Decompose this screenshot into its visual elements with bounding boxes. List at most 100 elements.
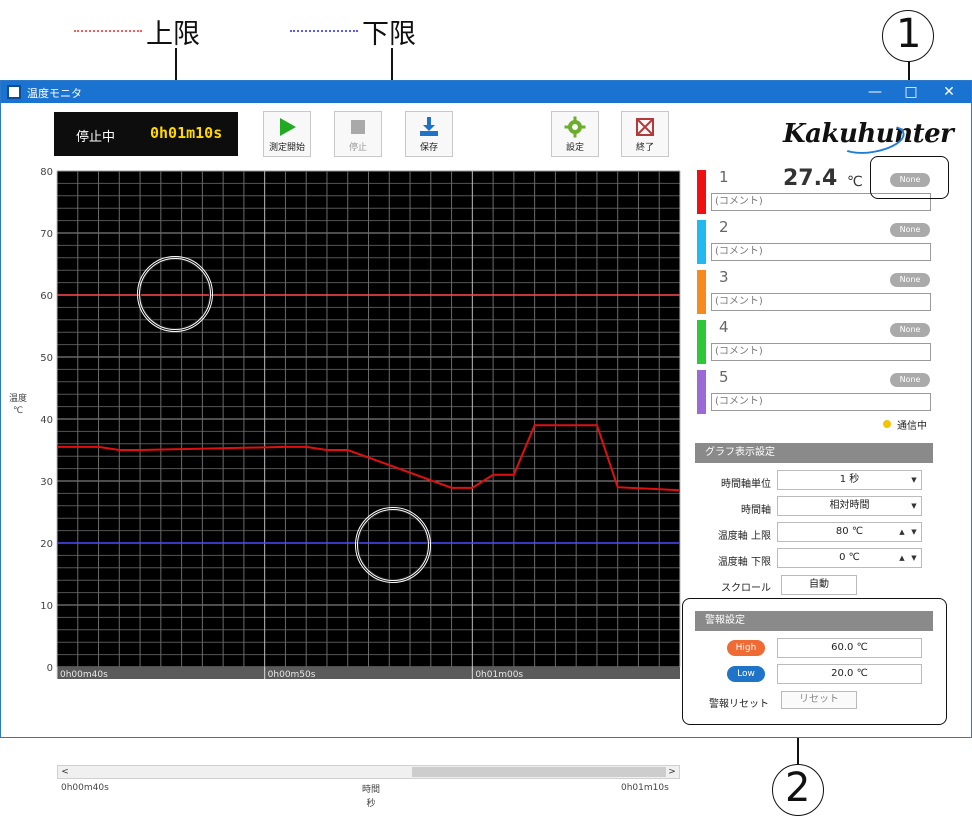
y-axis-label-line1: 温度 xyxy=(8,394,27,404)
save-button[interactable]: 保存 xyxy=(405,111,453,157)
callout-two-number: 2 xyxy=(785,765,811,811)
start-measurement-button[interactable]: 測定開始 xyxy=(263,111,311,157)
channel-comment-input[interactable]: (コメント) xyxy=(711,243,931,261)
channel-temperature: 27.4 xyxy=(783,166,838,191)
window-title: 温度モニタ xyxy=(27,87,82,100)
play-icon xyxy=(276,116,298,138)
channel-number: 4 xyxy=(719,318,729,336)
scroll-right-arrow[interactable]: > xyxy=(666,766,678,778)
spin-up-icon[interactable]: ▲ xyxy=(896,549,908,567)
channel-color-bar xyxy=(697,220,706,264)
y-tick-label: 0 xyxy=(47,663,53,674)
y-tick-label: 50 xyxy=(40,353,53,364)
channel-number: 5 xyxy=(719,368,729,386)
chevron-down-icon: ▼ xyxy=(911,502,917,510)
status-state-text: 停止中 xyxy=(76,130,116,145)
channel-number: 3 xyxy=(719,268,729,286)
upper-limit-highlight-circle xyxy=(137,256,213,332)
x-axis-label-line2: 秒 xyxy=(366,799,376,809)
channel-alarm-badge: None xyxy=(890,273,930,287)
channel-alarm-badge: None xyxy=(890,373,930,387)
y-tick-label: 20 xyxy=(40,539,53,550)
channel-color-bar xyxy=(697,270,706,314)
exit-label: 終了 xyxy=(635,143,654,153)
temp-axis-upper-value: 80 ℃ xyxy=(835,526,864,537)
channel-color-bar xyxy=(697,170,706,214)
maximize-button[interactable]: □ xyxy=(891,82,931,102)
download-save-icon xyxy=(418,116,440,138)
scroll-mode-button[interactable]: 自動 xyxy=(781,575,857,595)
channel-comment-input[interactable]: (コメント) xyxy=(711,293,931,311)
x-tick-label: 0h01m00s xyxy=(475,670,523,680)
channel-alarm-badge: None xyxy=(890,323,930,337)
communication-status-text: 通信中 xyxy=(897,421,927,432)
lower-limit-legend-label: 下限 xyxy=(362,19,416,50)
y-axis-label: 温度 ℃ xyxy=(3,393,33,417)
scroll-left-arrow[interactable]: < xyxy=(59,766,71,778)
settings-label: 設定 xyxy=(565,143,584,153)
chart-plot: 0 10 20 30 40 50 60 70 80 0h00m40s 0h00m50s 0h01m00… xyxy=(40,167,681,680)
channel-number: 2 xyxy=(719,218,729,236)
app-icon xyxy=(7,85,21,99)
x-axis-label: 時間 秒 xyxy=(359,783,383,811)
callout-one-box xyxy=(870,156,949,199)
status-display: 停止中 0h01m10s xyxy=(54,112,238,156)
temp-axis-upper-label: 温度軸 上限 xyxy=(717,531,771,542)
elapsed-time-text: 0h01m10s xyxy=(150,124,223,142)
y-tick-label: 60 xyxy=(40,291,53,302)
save-label: 保存 xyxy=(419,143,438,153)
time-unit-label: 時間軸単位 xyxy=(721,479,771,490)
callout-two-box xyxy=(682,598,947,725)
stop-button[interactable]: 停止 xyxy=(334,111,382,157)
y-axis-label-line2: ℃ xyxy=(12,406,24,416)
stop-icon xyxy=(347,116,369,138)
close-button[interactable]: ✕ xyxy=(929,82,969,102)
x-range-start-label: 0h00m40s xyxy=(61,783,109,793)
temp-axis-upper-field[interactable]: 80 ℃ ▲ ▼ xyxy=(777,522,922,542)
time-axis-select[interactable]: 相対時間 ▼ xyxy=(777,496,922,516)
graph-settings-header: グラフ表示設定 xyxy=(695,443,933,463)
stop-label: 停止 xyxy=(348,143,367,153)
spin-down-icon[interactable]: ▼ xyxy=(908,549,920,567)
chevron-down-icon: ▼ xyxy=(911,476,917,484)
upper-limit-legend-line xyxy=(74,30,142,32)
temperature-chart: 0 10 20 30 40 50 60 70 80 0h00m40s 0h00m50s 0h01m00… xyxy=(1,167,691,809)
scroll-thumb[interactable] xyxy=(412,767,666,777)
y-tick-label: 40 xyxy=(40,415,53,426)
gear-icon xyxy=(564,116,586,138)
title-bar: 温度モニタ — □ ✕ xyxy=(1,81,971,103)
channel-comment-input[interactable]: (コメント) xyxy=(711,343,931,361)
start-measurement-label: 測定開始 xyxy=(268,143,305,153)
time-axis-label: 時間軸 xyxy=(741,505,771,516)
exit-button[interactable]: 終了 xyxy=(621,111,669,157)
y-tick-label: 70 xyxy=(40,229,53,240)
x-axis-bar xyxy=(57,667,680,679)
y-tick-label: 10 xyxy=(40,601,53,612)
temp-axis-lower-field[interactable]: 0 ℃ ▲ ▼ xyxy=(777,548,922,568)
time-axis-value: 相対時間 xyxy=(829,500,870,511)
x-axis-label-line1: 時間 xyxy=(361,785,380,795)
time-unit-value: 1 秒 xyxy=(839,474,860,485)
time-unit-select[interactable]: 1 秒 ▼ xyxy=(777,470,922,490)
exit-box-icon xyxy=(634,116,656,138)
channel-unit: ℃ xyxy=(847,174,863,190)
spin-up-icon[interactable]: ▲ xyxy=(896,523,908,541)
channel-number: 1 xyxy=(719,168,729,186)
communication-indicator-dot xyxy=(883,420,891,428)
scroll-label: スクロール xyxy=(721,583,771,594)
temp-axis-lower-value: 0 ℃ xyxy=(839,552,860,563)
channel-alarm-badge: None xyxy=(890,223,930,237)
callout-one-number: 1 xyxy=(896,11,922,57)
x-range-end-label: 0h01m10s xyxy=(621,783,669,793)
chart-horizontal-scrollbar[interactable]: < > xyxy=(57,765,680,779)
y-tick-label: 30 xyxy=(40,477,53,488)
channel-comment-input[interactable]: (コメント) xyxy=(711,393,931,411)
minimize-button[interactable]: — xyxy=(855,82,895,102)
y-tick-label: 80 xyxy=(40,167,53,178)
settings-button[interactable]: 設定 xyxy=(551,111,599,157)
temp-axis-lower-label: 温度軸 下限 xyxy=(717,557,771,568)
channel-color-bar xyxy=(697,370,706,414)
lower-limit-highlight-circle xyxy=(355,507,431,583)
lower-limit-legend-line xyxy=(290,30,358,32)
spin-down-icon[interactable]: ▼ xyxy=(908,523,920,541)
